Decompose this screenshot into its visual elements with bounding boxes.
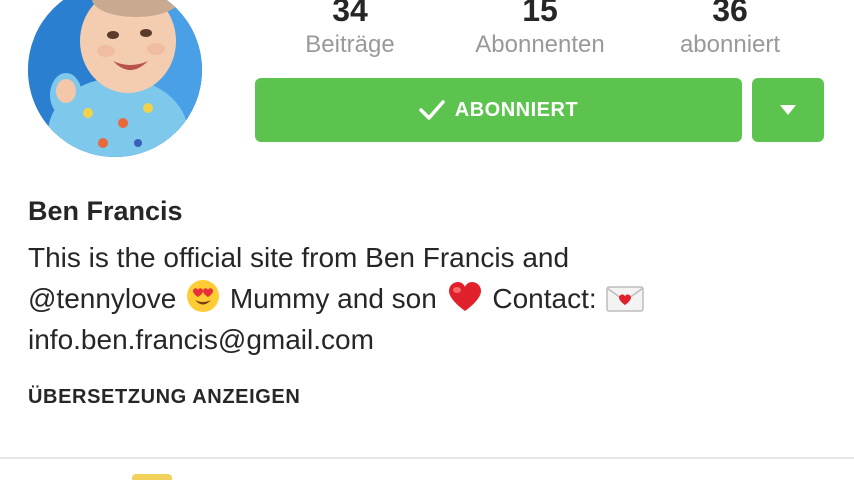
stat-following[interactable]: 36 abonniert bbox=[645, 0, 815, 59]
following-button[interactable]: ABONNIERT bbox=[255, 78, 742, 142]
followers-label: Abonnenten bbox=[475, 31, 605, 58]
baby-photo-icon bbox=[28, 0, 202, 157]
stat-posts[interactable]: 34 Beiträge bbox=[265, 0, 435, 59]
bio-line-2: @tennylove Mummy and son Contact: bbox=[28, 278, 828, 319]
following-count: 36 bbox=[712, 0, 748, 28]
highlight-icon[interactable] bbox=[132, 474, 172, 480]
profile-header: 34 Beiträge 15 Abonnenten 36 abonniert A… bbox=[0, 0, 854, 480]
check-icon bbox=[419, 99, 445, 121]
posts-count: 34 bbox=[332, 0, 368, 28]
bio-text-contact: Contact: bbox=[492, 283, 597, 314]
suggestions-dropdown-button[interactable] bbox=[752, 78, 824, 142]
profile-name: Ben Francis bbox=[28, 196, 183, 226]
profile-bio: This is the official site from Ben Franc… bbox=[28, 237, 828, 360]
show-translation-link[interactable]: ÜBERSETZUNG ANZEIGEN bbox=[28, 386, 300, 409]
following-label: abonniert bbox=[679, 31, 781, 58]
heart-eyes-emoji-icon bbox=[186, 279, 220, 324]
avatar[interactable] bbox=[28, 0, 202, 157]
posts-label: Beiträge bbox=[305, 31, 395, 58]
caret-down-icon bbox=[780, 105, 796, 115]
bio-text-mummy: Mummy and son bbox=[229, 283, 437, 314]
mention-link[interactable]: @tennylove bbox=[28, 283, 176, 314]
stat-followers[interactable]: 15 Abonnenten bbox=[455, 0, 625, 59]
bio-line-1: This is the official site from Ben Franc… bbox=[28, 242, 570, 273]
love-letter-emoji-icon bbox=[606, 283, 645, 324]
followers-count: 15 bbox=[522, 0, 558, 28]
red-heart-emoji-icon bbox=[447, 281, 483, 324]
divider bbox=[0, 457, 854, 459]
following-button-label: ABONNIERT bbox=[454, 98, 579, 121]
contact-email[interactable]: info.ben.francis@gmail.com bbox=[28, 319, 828, 360]
